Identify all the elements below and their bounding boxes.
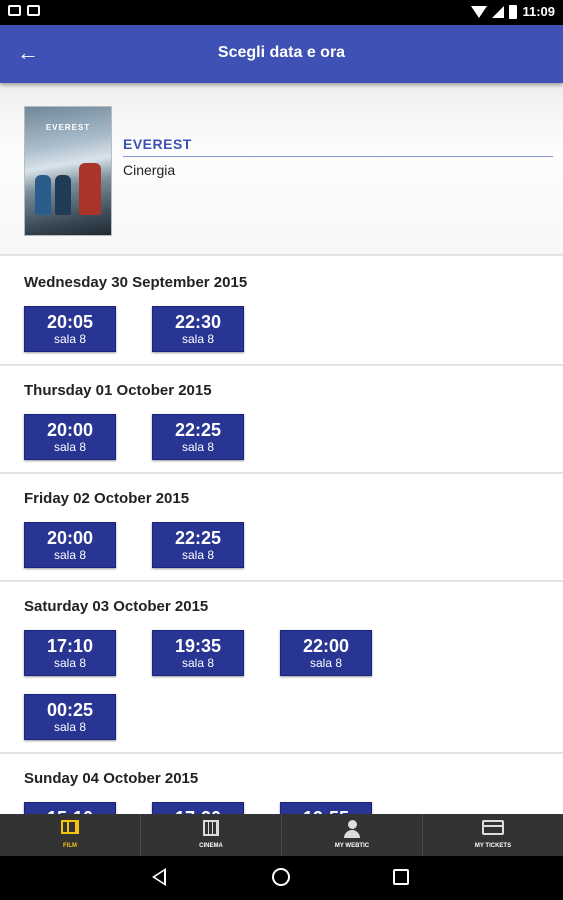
- system-recents-icon[interactable]: [393, 869, 409, 885]
- showtime-schedule[interactable]: Wednesday 30 September 2015 20:05 sala 8 22…: [0, 258, 563, 814]
- showtime-time: 20:00: [46, 528, 94, 548]
- showtime-button[interactable]: 22:25 sala 8: [152, 522, 244, 568]
- cinema-name: Cinergia: [123, 162, 176, 178]
- showtime-time: 00:25: [46, 700, 94, 720]
- nav-item-film[interactable]: FILM: [0, 814, 141, 856]
- showtime-button[interactable]: 19:55sala 8: [280, 802, 372, 814]
- title-divider: [123, 156, 553, 157]
- day-section: Saturday 03 October 2015 17:10 sala 8 19:35…: [0, 582, 563, 754]
- showtime-button[interactable]: 20:00 sala 8: [24, 414, 116, 460]
- showtime-button[interactable]: 22:00 sala 8: [280, 630, 372, 676]
- showtime-button[interactable]: 17:10 sala 8: [24, 630, 116, 676]
- status-time: 11:09: [522, 4, 555, 19]
- showtime-room: sala 8: [53, 548, 87, 562]
- day-label: Friday 02 October 2015: [24, 490, 190, 507]
- system-back-icon[interactable]: [152, 868, 166, 886]
- showtime-button[interactable]: 17:30sala 8: [152, 802, 244, 814]
- battery-icon: [509, 4, 518, 19]
- nav-label: MY WEBTIC: [334, 843, 370, 849]
- status-right: 11:09: [471, 4, 555, 19]
- showtime-time: 17:10: [46, 636, 94, 656]
- day-label: Saturday 03 October 2015: [24, 598, 209, 615]
- showtime-room: sala 8: [309, 656, 343, 670]
- calendar-icon: [203, 820, 219, 836]
- signal-icon: [492, 5, 505, 18]
- showtime-time: 22:25: [174, 420, 222, 440]
- showtime-button[interactable]: 20:05 sala 8: [24, 306, 116, 352]
- showtime-button[interactable]: 20:00 sala 8: [24, 522, 116, 568]
- showtime-button[interactable]: 00:25 sala 8: [24, 694, 116, 740]
- day-label: Wednesday 30 September 2015: [24, 274, 248, 291]
- movie-poster: EVEREST: [24, 106, 112, 236]
- film-title: EVEREST: [123, 136, 192, 152]
- photo-icon: [27, 5, 40, 16]
- day-label: Sunday 04 October 2015: [24, 770, 199, 787]
- nav-item-my-tickets[interactable]: MY TICKETS: [423, 814, 563, 856]
- system-home-icon[interactable]: [272, 868, 290, 886]
- showtime-button[interactable]: 19:35 sala 8: [152, 630, 244, 676]
- app-bar: ← Scegli data e ora: [0, 25, 563, 83]
- poster-figure: [55, 175, 71, 215]
- showtime-room: sala 8: [181, 440, 215, 454]
- showtime-time: 19:35: [174, 636, 222, 656]
- nav-item-my-webtic[interactable]: MY WEBTIC: [282, 814, 423, 856]
- nav-label: FILM: [63, 843, 77, 849]
- film-icon: [61, 820, 79, 834]
- showtime-time: 22:25: [174, 528, 222, 548]
- showtime-room: sala 8: [53, 332, 87, 346]
- user-icon: [344, 820, 360, 838]
- film-header: EVEREST: [0, 83, 563, 256]
- showtime-button[interactable]: 22:30 sala 8: [152, 306, 244, 352]
- showtime-room: sala 8: [53, 656, 87, 670]
- page-title: Scegli data e ora: [217, 44, 346, 61]
- showtime-button[interactable]: 15:10sala 8: [24, 802, 116, 814]
- day-section: Sunday 04 October 2015 15:10sala 8 17:30sa…: [0, 754, 563, 814]
- showtime-room: sala 8: [181, 548, 215, 562]
- showtime-list: 17:10 sala 8 19:35 sala 8 22:00 sala 8 00:25 sa…: [24, 630, 384, 740]
- card-icon: [482, 820, 504, 835]
- day-section: Wednesday 30 September 2015 20:05 sala 8 22…: [0, 258, 563, 366]
- showtime-time: 22:30: [174, 312, 222, 332]
- poster-figure: [35, 175, 51, 215]
- poster-figure: [79, 163, 101, 215]
- showtime-button[interactable]: 22:25 sala 8: [152, 414, 244, 460]
- system-nav-bar: [0, 856, 563, 900]
- showtime-list: 20:05 sala 8 22:30 sala 8: [24, 306, 384, 352]
- showtime-time: 20:05: [46, 312, 94, 332]
- day-section: Friday 02 October 2015 20:00 sala 8 22:25 sa…: [0, 474, 563, 582]
- nav-item-cinema[interactable]: CINEMA: [141, 814, 282, 856]
- showtime-room: sala 8: [181, 332, 215, 346]
- notification-icons: [8, 5, 40, 16]
- status-bar: 11:09: [0, 0, 563, 25]
- showtime-list: 15:10sala 8 17:30sala 8 19:55sala 8: [24, 802, 384, 814]
- showtime-list: 20:00 sala 8 22:25 sala 8: [24, 522, 384, 568]
- nav-label: MY TICKETS: [474, 843, 512, 849]
- bottom-nav: FILM CINEMA MY WEBTIC MY TICKETS: [0, 814, 563, 856]
- nav-label: CINEMA: [199, 843, 223, 849]
- showtime-room: sala 8: [53, 440, 87, 454]
- wifi-icon: [471, 5, 488, 18]
- poster-title: EVEREST: [45, 123, 91, 132]
- showtime-list: 20:00 sala 8 22:25 sala 8: [24, 414, 384, 460]
- day-label: Thursday 01 October 2015: [24, 382, 212, 399]
- mail-icon: [8, 5, 21, 16]
- showtime-time: 20:00: [46, 420, 94, 440]
- showtime-time: 22:00: [302, 636, 350, 656]
- showtime-room: sala 8: [181, 656, 215, 670]
- day-section: Thursday 01 October 2015 20:00 sala 8 22:25…: [0, 366, 563, 474]
- showtime-room: sala 8: [53, 720, 87, 734]
